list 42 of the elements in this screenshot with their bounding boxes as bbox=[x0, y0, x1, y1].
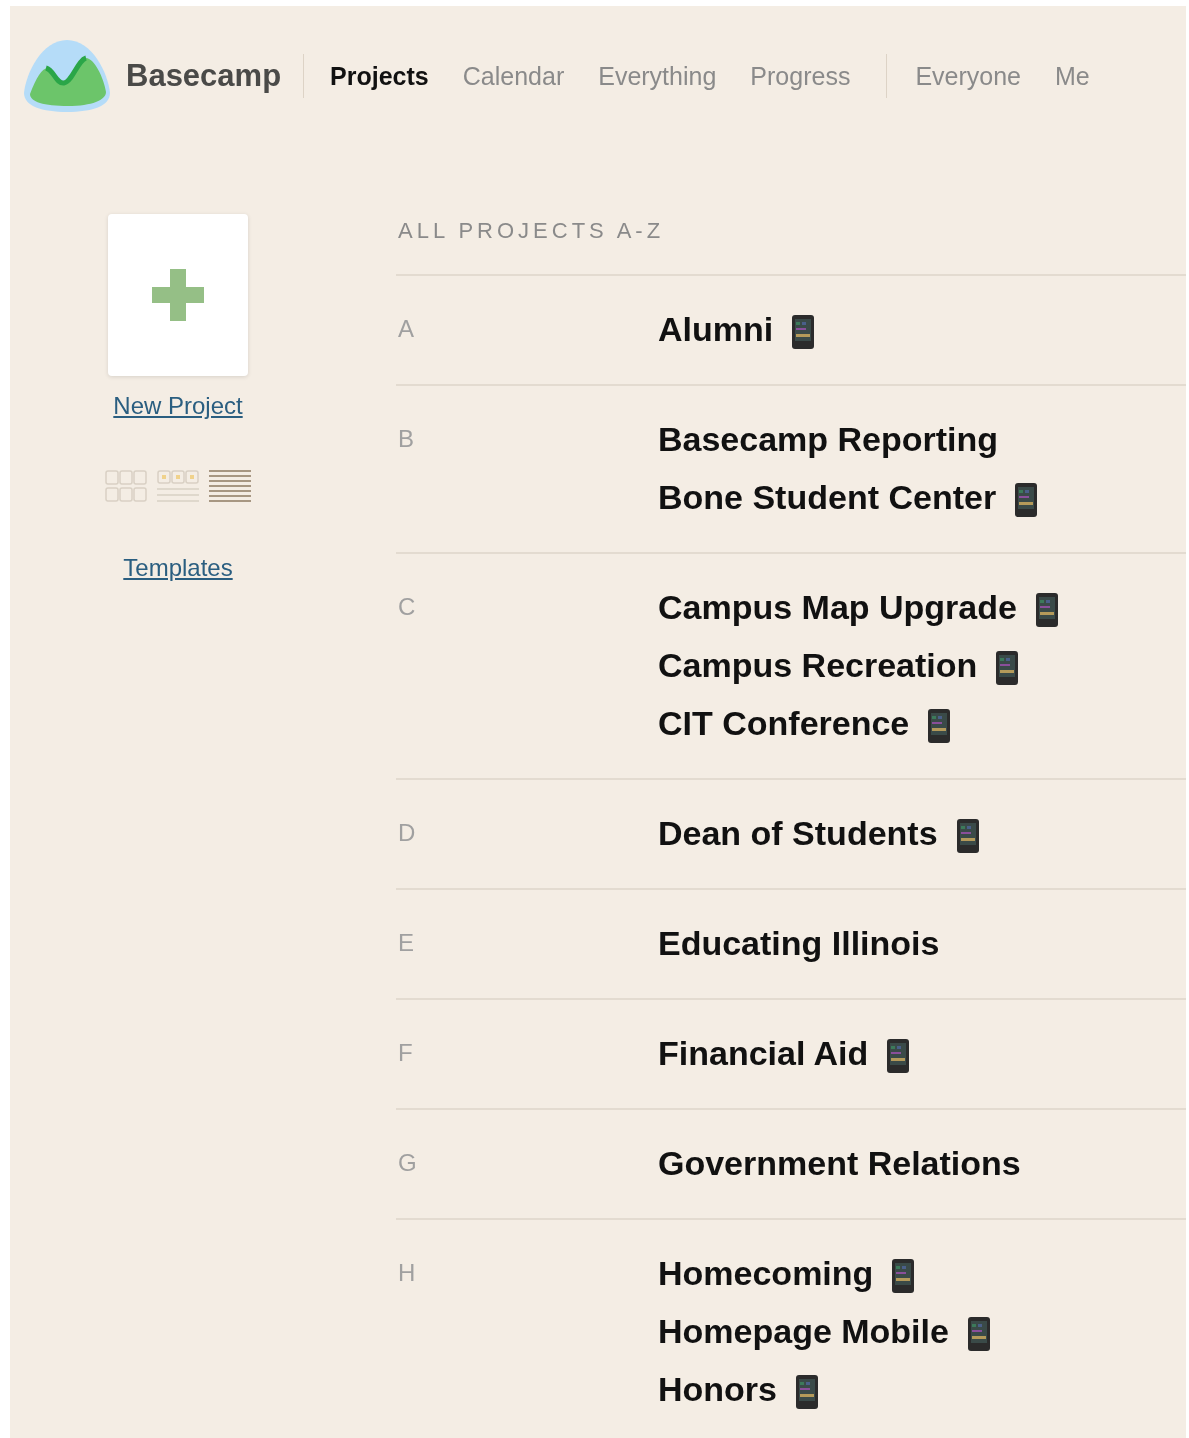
project-link[interactable]: CIT Conference bbox=[658, 703, 910, 743]
grid-view-icon[interactable] bbox=[105, 470, 147, 502]
phone-icon bbox=[791, 314, 816, 350]
project-link[interactable]: Honors bbox=[658, 1369, 777, 1409]
project-link[interactable]: Dean of Students bbox=[658, 813, 938, 853]
new-project-link[interactable]: New Project bbox=[113, 392, 243, 420]
group-letter: B bbox=[397, 424, 415, 454]
group-letter: H bbox=[397, 1258, 417, 1288]
phone-icon bbox=[995, 650, 1020, 686]
brand-name[interactable]: Basecamp bbox=[126, 58, 282, 94]
project-link[interactable]: Government Relations bbox=[658, 1143, 1021, 1183]
phone-icon bbox=[795, 1374, 819, 1410]
card-view-icon[interactable] bbox=[157, 470, 199, 502]
templates-link[interactable]: Templates bbox=[123, 554, 233, 582]
phone-icon bbox=[1034, 592, 1059, 628]
group-letter: G bbox=[397, 1148, 418, 1178]
phone-icon bbox=[886, 1038, 911, 1074]
group-letter: D bbox=[397, 818, 417, 848]
phone-icon bbox=[891, 1258, 916, 1294]
project-link[interactable]: Basecamp Reporting bbox=[658, 419, 999, 459]
project-link[interactable]: Bone Student Center bbox=[658, 477, 997, 517]
section-heading: ALL PROJECTS A-Z bbox=[396, 218, 1186, 276]
group-letter: F bbox=[397, 1038, 414, 1068]
project-link[interactable]: Homecoming bbox=[658, 1253, 874, 1293]
project-link[interactable]: Financial Aid bbox=[658, 1033, 869, 1073]
project-link[interactable]: Alumni bbox=[658, 309, 774, 349]
plus-icon bbox=[152, 269, 204, 321]
phone-icon bbox=[955, 818, 980, 854]
project-link[interactable]: Campus Map Upgrade bbox=[658, 587, 1017, 627]
phone-icon bbox=[927, 708, 952, 744]
new-project-button[interactable] bbox=[108, 214, 248, 376]
group-letter: C bbox=[397, 592, 417, 622]
logo-icon[interactable] bbox=[22, 38, 112, 114]
phone-icon bbox=[966, 1316, 991, 1352]
list-view-icon[interactable] bbox=[209, 470, 251, 502]
phone-icon bbox=[1014, 482, 1039, 518]
group-letter: A bbox=[397, 314, 415, 344]
group-letter: E bbox=[397, 928, 415, 958]
project-link[interactable]: Campus Recreation bbox=[658, 645, 978, 685]
nav-link[interactable]: Projects bbox=[330, 61, 429, 91]
project-link[interactable]: Homepage Mobile bbox=[658, 1311, 949, 1351]
project-link[interactable]: Educating Illinois bbox=[658, 923, 940, 963]
